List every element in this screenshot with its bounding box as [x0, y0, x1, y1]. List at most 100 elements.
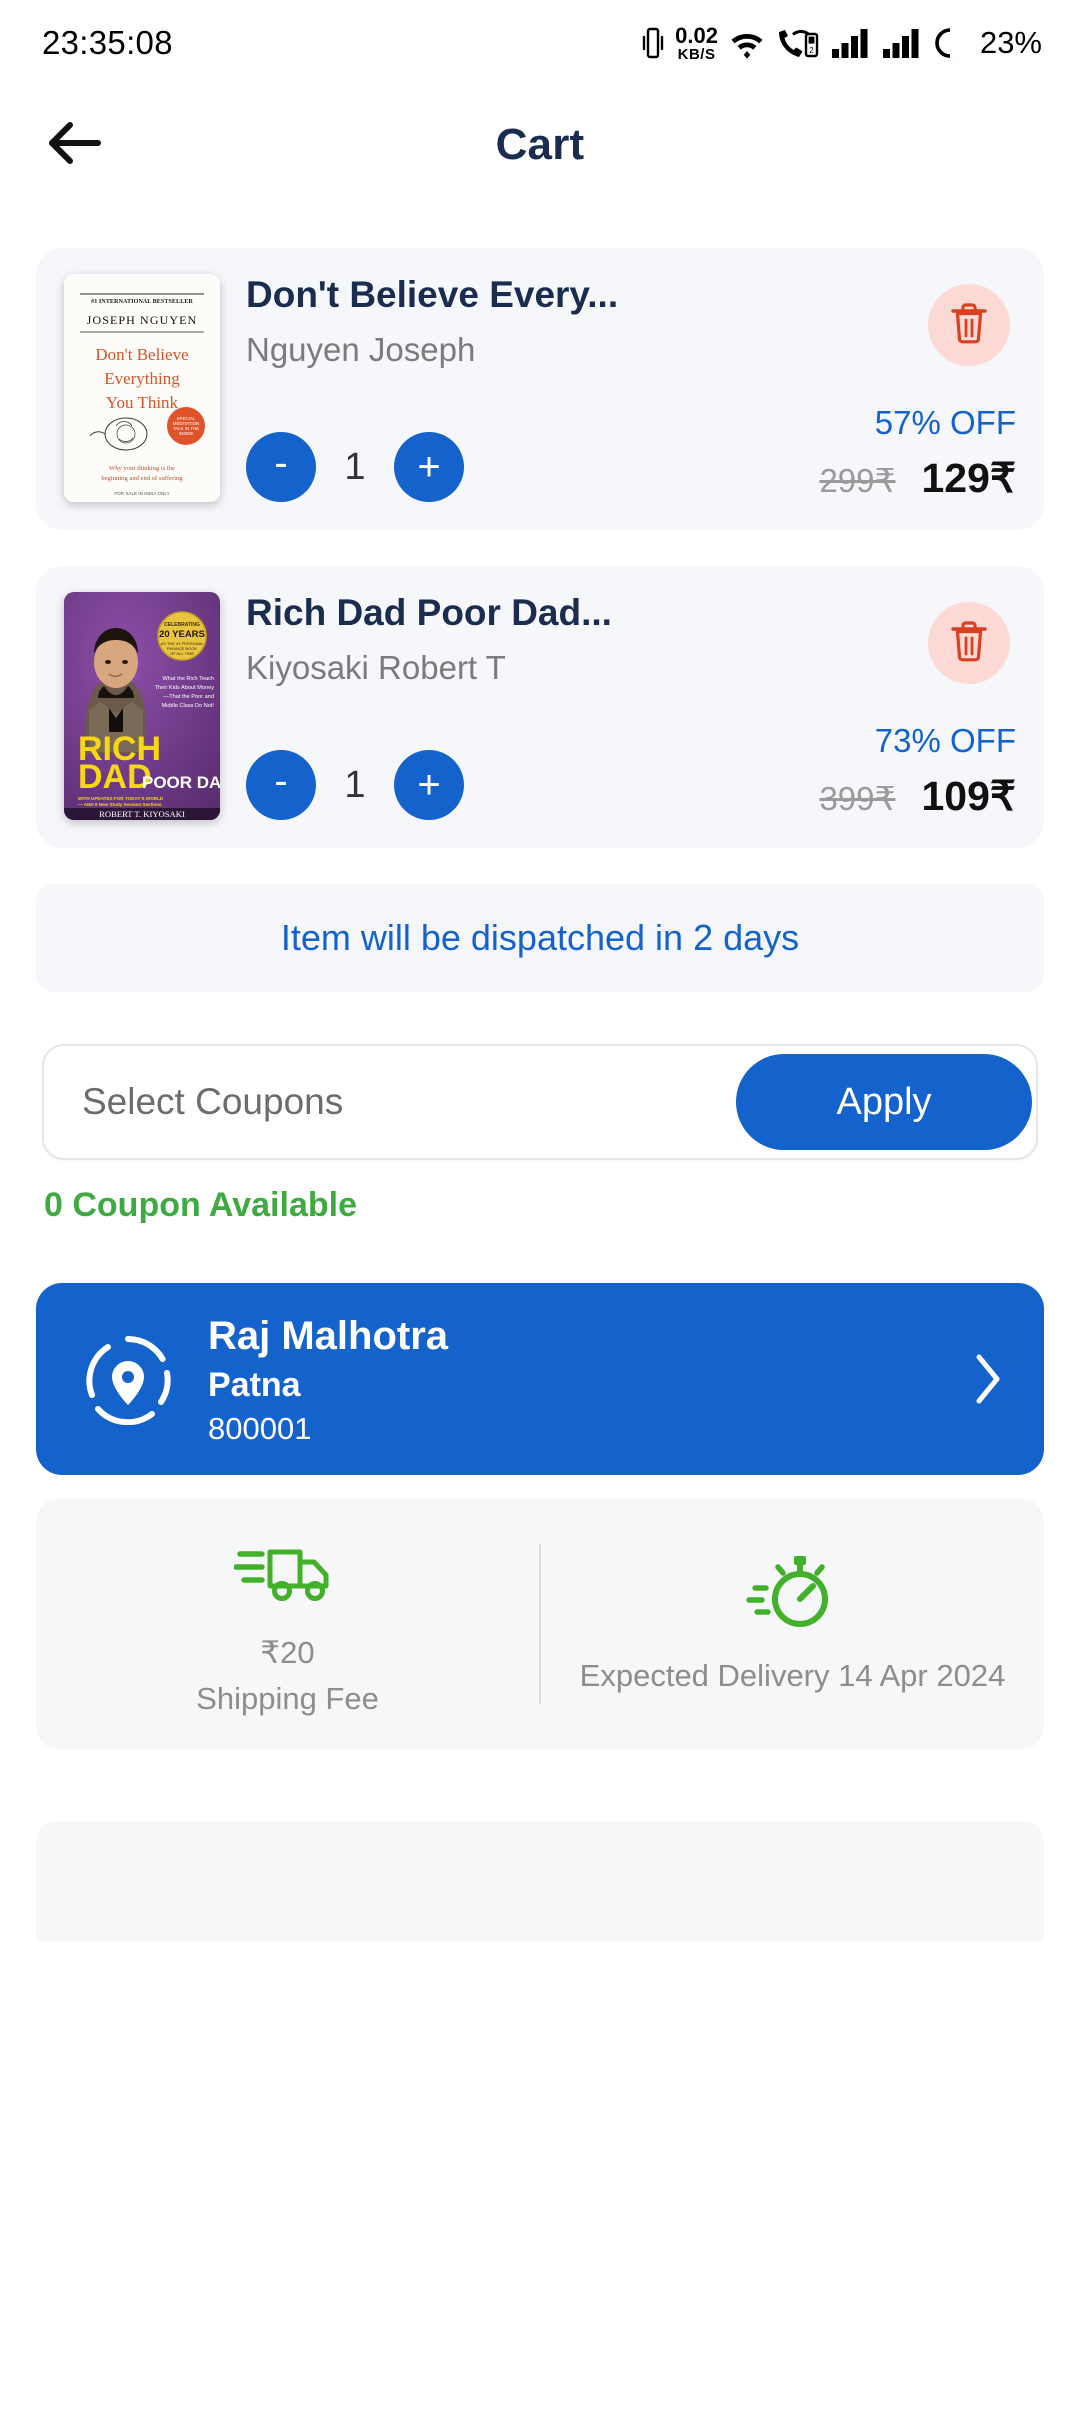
call-wifi-icon: 2 — [776, 26, 820, 60]
increase-quantity-button[interactable]: + — [394, 432, 464, 502]
status-time: 23:35:08 — [42, 24, 173, 61]
page-title: Cart — [495, 120, 585, 169]
discount-badge: 73% OFF — [874, 722, 1016, 759]
remove-item-button[interactable] — [928, 602, 1010, 684]
svg-text:What the Rich Teach: What the Rich Teach — [162, 676, 214, 682]
svg-text:Why your thinking is the: Why your thinking is the — [109, 465, 175, 472]
signal-bars-icon — [831, 27, 871, 59]
network-speed: 0.02 KB/S — [675, 22, 718, 63]
svg-text:#1 INTERNATIONAL BESTSELLER: #1 INTERNATIONAL BESTSELLER — [91, 298, 193, 305]
expected-delivery-block: Expected Delivery 14 Apr 2024 — [541, 1552, 1044, 1696]
minus-icon: - — [274, 759, 288, 803]
coupon-field[interactable]: Apply — [42, 1044, 1038, 1160]
svg-text:You Think: You Think — [106, 393, 179, 412]
price-block: 73% OFF 399₹ 109₹ — [819, 722, 1016, 820]
status-icons: 0.02 KB/S 2 23% — [642, 22, 1042, 63]
delivery-truck-icon — [233, 1529, 342, 1613]
address-text: Raj Malhotra Patna 800001 — [208, 1312, 966, 1447]
shipping-fee-label: Shipping Fee — [196, 1681, 379, 1716]
apply-coupon-button[interactable]: Apply — [736, 1054, 1032, 1150]
next-section-card — [36, 1821, 1044, 1941]
cart-item-controls: - 1 + 73% OFF 399₹ 109₹ — [246, 722, 1016, 820]
quantity-stepper: - 1 + — [246, 750, 464, 820]
stopwatch-icon — [739, 1552, 847, 1636]
shipping-fee-block: ₹20 Shipping Fee — [36, 1529, 539, 1720]
svg-text:Everything: Everything — [104, 369, 180, 388]
svg-text:beginning and end of suffering: beginning and end of suffering — [101, 475, 183, 482]
final-price: 129₹ — [921, 455, 1017, 501]
battery-percent: 23% — [979, 25, 1042, 60]
svg-text:OF ALL TIME: OF ALL TIME — [170, 651, 194, 656]
page-header: Cart — [0, 86, 1080, 204]
svg-text:INSIDE: INSIDE — [179, 431, 194, 436]
plus-icon: + — [417, 763, 441, 807]
discount-badge: 57% OFF — [874, 404, 1016, 441]
shipping-fee-amount: ₹20 — [260, 1634, 315, 1670]
cart-item-details: Rich Dad Poor Dad... Kiyosaki Robert T -… — [246, 592, 1016, 820]
svg-text:JOSEPH NGUYEN: JOSEPH NGUYEN — [87, 313, 198, 327]
cart-item-details: Don't Believe Every... Nguyen Joseph - 1… — [246, 274, 1016, 502]
price-block: 57% OFF 299₹ 129₹ — [819, 404, 1016, 502]
address-name: Raj Malhotra — [208, 1313, 449, 1358]
dispatch-banner: Item will be dispatched in 2 days — [36, 884, 1044, 992]
dispatch-message: Item will be dispatched in 2 days — [280, 917, 800, 958]
shipping-info-card: ₹20 Shipping Fee Expected Delivery 14 Ap… — [36, 1499, 1044, 1749]
price-line: 399₹ 109₹ — [819, 772, 1016, 820]
svg-text:2: 2 — [809, 46, 814, 55]
signal-bars-2-icon — [882, 27, 922, 59]
svg-text:CELEBRATING: CELEBRATING — [164, 622, 200, 628]
svg-text:— AND 9 New Study Session Sect: — AND 9 New Study Session Sections — [78, 802, 162, 807]
final-price: 109₹ — [921, 773, 1017, 819]
cart-item-author: Nguyen Joseph — [246, 330, 476, 368]
svg-text:WITH UPDATES FOR TODAY'S WORLD: WITH UPDATES FOR TODAY'S WORLD — [78, 796, 164, 801]
cart-item-controls: - 1 + 57% OFF 299₹ 129₹ — [246, 404, 1016, 502]
address-pincode: 800001 — [208, 1410, 312, 1446]
trash-icon — [949, 619, 989, 668]
increase-quantity-button[interactable]: + — [394, 750, 464, 820]
quantity-stepper: - 1 + — [246, 432, 464, 502]
decrease-quantity-button[interactable]: - — [246, 750, 316, 820]
svg-text:DAD: DAD — [78, 758, 152, 796]
svg-text:20 YEARS: 20 YEARS — [159, 629, 205, 640]
price-line: 299₹ 129₹ — [819, 454, 1016, 502]
arrow-left-icon — [48, 120, 102, 171]
book-cover-image: CELEBRATING 20 YEARS AS THE #1 PERSONAL … — [64, 592, 220, 820]
quantity-value: 1 — [344, 445, 366, 488]
status-bar: 23:35:08 0.02 KB/S 2 23% — [0, 0, 1080, 86]
plus-icon: + — [417, 445, 441, 489]
location-pin-icon — [82, 1333, 174, 1426]
delivery-address-card[interactable]: Raj Malhotra Patna 800001 — [36, 1283, 1044, 1475]
remove-item-button[interactable] — [928, 284, 1010, 366]
svg-text:Don't Believe: Don't Believe — [95, 345, 188, 364]
cart-item-list: #1 INTERNATIONAL BESTSELLER JOSEPH NGUYE… — [0, 248, 1080, 848]
svg-text:ROBERT T. KIYOSAKI: ROBERT T. KIYOSAKI — [99, 809, 185, 819]
cart-item-row[interactable]: #1 INTERNATIONAL BESTSELLER JOSEPH NGUYE… — [36, 248, 1044, 530]
wifi-icon — [729, 27, 765, 59]
svg-text:Middle Class Do Not!: Middle Class Do Not! — [161, 703, 214, 709]
vibrate-icon — [642, 26, 664, 60]
svg-text:POOR DAD: POOR DAD — [142, 773, 220, 792]
svg-text:Their Kids About Money: Their Kids About Money — [155, 685, 215, 691]
minus-icon: - — [274, 441, 288, 485]
expected-delivery-text: Expected Delivery 14 Apr 2024 — [579, 1657, 1006, 1693]
cart-item-title: Rich Dad Poor Dad... — [246, 592, 612, 633]
cart-item-row[interactable]: CELEBRATING 20 YEARS AS THE #1 PERSONAL … — [36, 566, 1044, 848]
original-price: 399₹ — [819, 780, 896, 817]
network-speed-value: 0.02 — [675, 22, 718, 48]
network-speed-unit: KB/S — [677, 45, 716, 63]
coupon-availability-text: 0 Coupon Available — [44, 1186, 357, 1224]
cart-item-title: Don't Believe Every... — [246, 274, 619, 315]
book-cover-image: #1 INTERNATIONAL BESTSELLER JOSEPH NGUYE… — [64, 274, 220, 502]
coupon-section: Apply 0 Coupon Available — [42, 1044, 1038, 1225]
back-button[interactable] — [42, 112, 108, 178]
address-city: Patna — [208, 1365, 301, 1404]
svg-text:—That the Poor and: —That the Poor and — [164, 694, 214, 700]
quantity-value: 1 — [344, 763, 366, 806]
trash-icon — [949, 301, 989, 350]
battery-ring-icon — [933, 26, 967, 60]
cart-item-author: Kiyosaki Robert T — [246, 648, 506, 686]
coupon-input[interactable] — [82, 1081, 736, 1123]
svg-text:FOR SALE IN INDIA ONLY: FOR SALE IN INDIA ONLY — [114, 491, 169, 496]
chevron-right-icon[interactable] — [966, 1353, 1010, 1405]
decrease-quantity-button[interactable]: - — [246, 432, 316, 502]
